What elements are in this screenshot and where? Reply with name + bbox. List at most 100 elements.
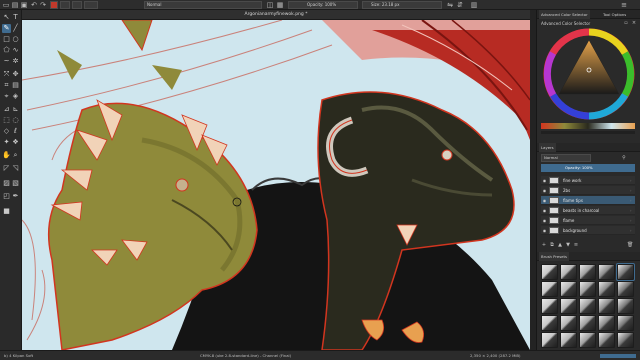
brush-preset-tile[interactable] (598, 281, 615, 297)
brush-preset-tile[interactable] (598, 298, 615, 314)
rect-icon[interactable]: □ (2, 35, 11, 44)
brush-preset-button[interactable] (84, 1, 98, 9)
poly-select-icon[interactable]: ◇ (2, 127, 11, 136)
brush-preset-tile[interactable] (617, 281, 634, 297)
brush-preset-tile[interactable] (560, 332, 577, 348)
text-icon[interactable]: T (11, 13, 20, 22)
ellipse-select-icon[interactable]: ◌ (11, 116, 20, 125)
foreground-color-swatch[interactable] (50, 1, 58, 9)
magic-wand-icon[interactable]: ✦ (2, 138, 11, 147)
pan-icon[interactable]: ✋ (2, 151, 11, 160)
delete-layer-icon[interactable]: 🗑 (627, 242, 633, 248)
eye-icon[interactable]: ◉ (542, 178, 547, 183)
bezier-select-icon[interactable]: ◸ (2, 164, 11, 173)
layer-row[interactable]: ◉ beasts in charcoal ◦ (541, 206, 635, 215)
mirror-vertical-icon[interactable]: ⇵ (456, 1, 464, 9)
color-history-strip[interactable] (541, 123, 635, 129)
brush-preset-tile[interactable] (541, 332, 558, 348)
multibrush-icon[interactable]: ✲ (11, 57, 20, 66)
zoom-slider[interactable] (600, 354, 636, 358)
layer-row[interactable]: ◉ 2bs ◦ (541, 186, 635, 195)
lock-icon[interactable]: ◦ (628, 178, 633, 183)
eye-icon[interactable]: ◉ (542, 198, 547, 203)
save-icon[interactable]: ▣ (20, 1, 28, 9)
eraser-mode-icon[interactable]: ◫ (266, 1, 274, 9)
eye-icon[interactable]: ◉ (542, 188, 547, 193)
new-file-icon[interactable]: ▭ (2, 1, 10, 9)
add-layer-icon[interactable]: + (541, 242, 547, 248)
duplicate-layer-icon[interactable]: ⧉ (549, 242, 555, 248)
brush-preset-tile[interactable] (616, 263, 635, 281)
color-wheel[interactable] (539, 28, 639, 120)
brush-preset-tile[interactable] (598, 332, 615, 348)
mirror-horizontal-icon[interactable]: ⇋ (446, 1, 454, 9)
redo-icon[interactable]: ↷ (39, 1, 47, 9)
move-layer-down-icon[interactable]: ▼ (565, 242, 571, 248)
assistant-icon[interactable]: ⊿ (2, 105, 11, 114)
lock-icon[interactable]: ◦ (628, 208, 633, 213)
brush-preset-tile[interactable] (598, 264, 615, 280)
brush-preset-tile[interactable] (579, 332, 596, 348)
pointer-icon[interactable]: ↖ (2, 13, 11, 22)
brush-icon[interactable]: ✎ (2, 24, 11, 33)
measure-icon[interactable]: ⊾ (11, 105, 20, 114)
move-icon[interactable]: ✥ (11, 70, 20, 79)
brush-preset-tile[interactable] (541, 264, 558, 280)
pattern-swatch[interactable] (60, 1, 70, 9)
gradient-swatch[interactable] (72, 1, 82, 9)
layer-row-selected[interactable]: ◉ flame tips ◦ (541, 196, 635, 205)
brush-preset-tile[interactable] (617, 315, 634, 331)
tab-layers[interactable]: Layers (539, 143, 556, 152)
color-scrollbar[interactable] (541, 131, 635, 134)
brush-preset-tile[interactable] (541, 281, 558, 297)
brush-preset-tile[interactable] (617, 332, 634, 348)
eye-icon[interactable]: ◉ (542, 208, 547, 213)
undo-icon[interactable]: ↶ (30, 1, 38, 9)
tab-brush-presets[interactable]: Brush Presets (539, 252, 569, 261)
eye-icon[interactable]: ◉ (542, 228, 547, 233)
panel-close-icon[interactable]: × (631, 20, 637, 26)
preserve-alpha-icon[interactable]: ▦ (276, 1, 284, 9)
brush-preset-tile[interactable] (598, 315, 615, 331)
document-tab[interactable]: Argonianarmyfinewok.png * (22, 10, 530, 20)
lock-icon[interactable]: ◦ (628, 218, 633, 223)
workspace-icon[interactable]: ▥ (470, 1, 478, 9)
brush-preset-tile[interactable] (579, 315, 596, 331)
gradient-icon[interactable]: ▤ (11, 81, 20, 90)
brush-preset-tile[interactable] (560, 298, 577, 314)
window-menu-icon[interactable]: ≡ (620, 1, 628, 9)
tab-tool-options[interactable]: Tool Options (601, 10, 628, 19)
layer-properties-icon[interactable]: ≡ (573, 242, 579, 248)
canvas[interactable] (22, 20, 530, 350)
tab-advanced-color-selector[interactable]: Advanced Color Selector (539, 10, 590, 19)
layer-filter-icon[interactable]: ⚲ (621, 155, 627, 161)
similar-select-icon[interactable]: ❖ (11, 138, 20, 147)
brush-preset-tile[interactable] (617, 298, 634, 314)
reference-icon[interactable]: ▧ (11, 179, 20, 188)
lock-icon[interactable]: ◦ (628, 198, 633, 203)
freehand-path-icon[interactable]: ~ (2, 57, 11, 66)
brush-preset-tile[interactable] (541, 315, 558, 331)
lasso-icon[interactable]: ℓ (11, 127, 20, 136)
fill-icon[interactable]: ◈ (11, 92, 20, 101)
panel-float-icon[interactable]: ▫ (623, 20, 629, 26)
layer-row[interactable]: ◉ flame ◦ (541, 216, 635, 225)
transform-icon[interactable]: ⤧ (2, 70, 11, 79)
lock-icon[interactable]: ◦ (628, 188, 633, 193)
smart-patch-icon[interactable]: ▨ (2, 179, 11, 188)
open-file-icon[interactable]: ▤ (11, 1, 19, 9)
ellipse-icon[interactable]: ○ (11, 35, 20, 44)
brush-preset-tile[interactable] (579, 298, 596, 314)
brush-preset-tile[interactable] (560, 315, 577, 331)
eye-icon[interactable]: ◉ (542, 218, 547, 223)
move-layer-up-icon[interactable]: ▲ (557, 242, 563, 248)
blend-mode-select[interactable]: Normal (144, 1, 262, 9)
brush-preset-tile[interactable] (560, 281, 577, 297)
layer-row[interactable]: ◉ background ◦ (541, 226, 635, 235)
calligraphy-icon[interactable]: ✒ (11, 192, 20, 201)
polygon-icon[interactable]: ⬠ (2, 46, 11, 55)
brush-preset-tile[interactable] (579, 264, 596, 280)
path-icon[interactable]: ∿ (11, 46, 20, 55)
opacity-slider[interactable]: Opacity: 100% (288, 1, 358, 9)
size-slider[interactable]: Size: 23.18 px (362, 1, 442, 9)
